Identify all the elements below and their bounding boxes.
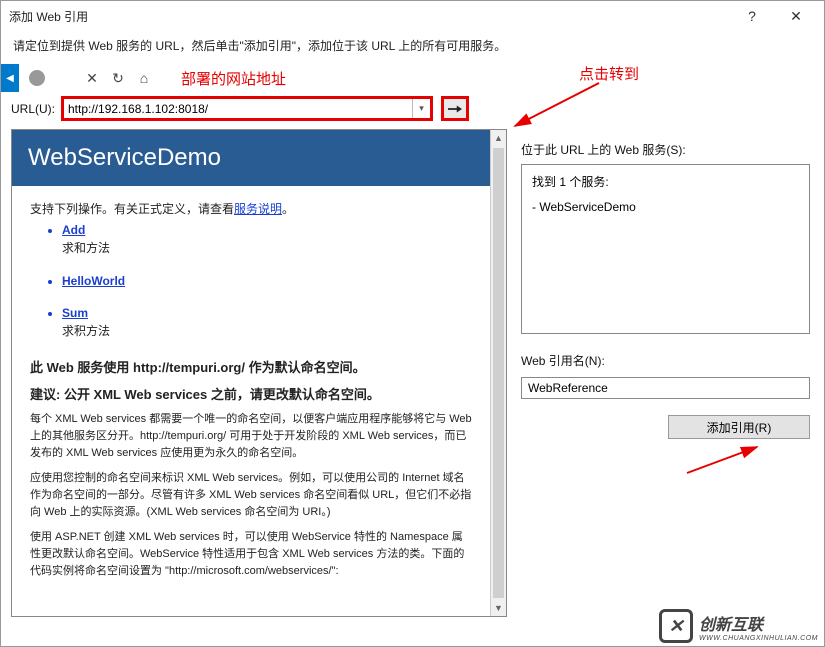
scroll-down-icon[interactable]: ▼	[491, 600, 506, 616]
operation-desc: 求和方法	[62, 239, 472, 256]
logo-subtext: WWW.CHUANGXINHULIAN.COM	[699, 635, 818, 642]
operation-link-helloworld[interactable]: HelloWorld	[62, 274, 125, 288]
home-icon[interactable]: ⌂	[133, 67, 155, 89]
annotation-deployed-site: 部署的网站地址	[181, 68, 286, 89]
brand-logo: ✕ 创新互联 WWW.CHUANGXINHULIAN.COM	[659, 609, 818, 643]
found-count: 找到 1 个服务:	[532, 173, 799, 190]
help-button[interactable]: ?	[730, 2, 774, 30]
refresh-icon[interactable]: ↻	[107, 67, 129, 89]
service-list-item[interactable]: - WebServiceDemo	[532, 200, 799, 214]
stop-icon[interactable]	[29, 70, 45, 86]
title-bar: 添加 Web 引用 ? ✕	[1, 1, 824, 31]
service-title: WebServiceDemo	[12, 130, 490, 186]
back-icon[interactable]: ✕	[81, 67, 103, 89]
operation-item: Sum 求积方法	[62, 306, 472, 339]
service-description-link[interactable]: 服务说明	[234, 202, 282, 216]
service-preview-pane: WebServiceDemo 支持下列操作。有关正式定义，请查看服务说明。 Ad…	[11, 129, 507, 617]
help-icon: ?	[748, 8, 756, 24]
instruction-text: 请定位到提供 Web 服务的 URL，然后单击"添加引用"，添加位于该 URL …	[1, 31, 824, 64]
support-suffix: 。	[282, 202, 294, 216]
scroll-up-icon[interactable]: ▲	[491, 130, 506, 146]
add-reference-button[interactable]: 添加引用(R)	[668, 415, 810, 439]
url-label: URL(U):	[11, 102, 55, 116]
services-listbox[interactable]: 找到 1 个服务: - WebServiceDemo	[521, 164, 810, 334]
right-panel: 位于此 URL 上的 Web 服务(S): 找到 1 个服务: - WebSer…	[507, 129, 824, 617]
operation-link-sum[interactable]: Sum	[62, 306, 88, 320]
close-icon: ✕	[790, 8, 802, 25]
toolbar: ◀ ✕ ↻ ⌂ 部署的网站地址	[1, 64, 824, 92]
operation-desc: 求积方法	[62, 322, 472, 339]
refname-label: Web 引用名(N):	[521, 352, 810, 369]
go-button[interactable]	[441, 96, 469, 121]
logo-text: 创新互联	[699, 611, 818, 635]
url-combobox[interactable]: ▾	[61, 96, 433, 121]
url-input[interactable]	[64, 99, 412, 118]
support-text: 支持下列操作。有关正式定义，请查看服务说明。	[30, 200, 472, 217]
operation-item: Add 求和方法	[62, 223, 472, 256]
operation-item: HelloWorld	[62, 274, 472, 288]
paragraph: 每个 XML Web services 都需要一个唯一的命名空间，以便客户端应用…	[30, 411, 472, 462]
paragraph: 使用 ASP.NET 创建 XML Web services 时，可以使用 We…	[30, 529, 472, 580]
operation-link-add[interactable]: Add	[62, 223, 85, 237]
reference-name-input[interactable]	[521, 377, 810, 399]
vertical-scrollbar[interactable]: ▲ ▼	[490, 130, 506, 616]
operations-list: Add 求和方法 HelloWorld Sum 求积方法	[30, 223, 472, 339]
scroll-thumb[interactable]	[493, 148, 504, 598]
paragraph: 应使用您控制的命名空间来标识 XML Web services。例如，可以使用公…	[30, 470, 472, 521]
window-title: 添加 Web 引用	[9, 8, 88, 25]
url-row: URL(U): ▾	[1, 92, 824, 129]
arrow-right-icon	[448, 103, 462, 115]
support-prefix: 支持下列操作。有关正式定义，请查看	[30, 202, 234, 216]
logo-glyph: ✕	[659, 609, 693, 643]
suggest-heading: 建议: 公开 XML Web services 之前，请更改默认命名空间。	[30, 384, 472, 403]
namespace-heading: 此 Web 服务使用 http://tempuri.org/ 作为默认命名空间。	[30, 357, 472, 376]
services-list-label: 位于此 URL 上的 Web 服务(S):	[521, 141, 810, 158]
collapse-handle[interactable]: ◀	[1, 64, 19, 92]
annotation-click-go: 点击转到	[579, 63, 639, 84]
close-button[interactable]: ✕	[774, 2, 818, 30]
chevron-down-icon[interactable]: ▾	[412, 99, 430, 118]
